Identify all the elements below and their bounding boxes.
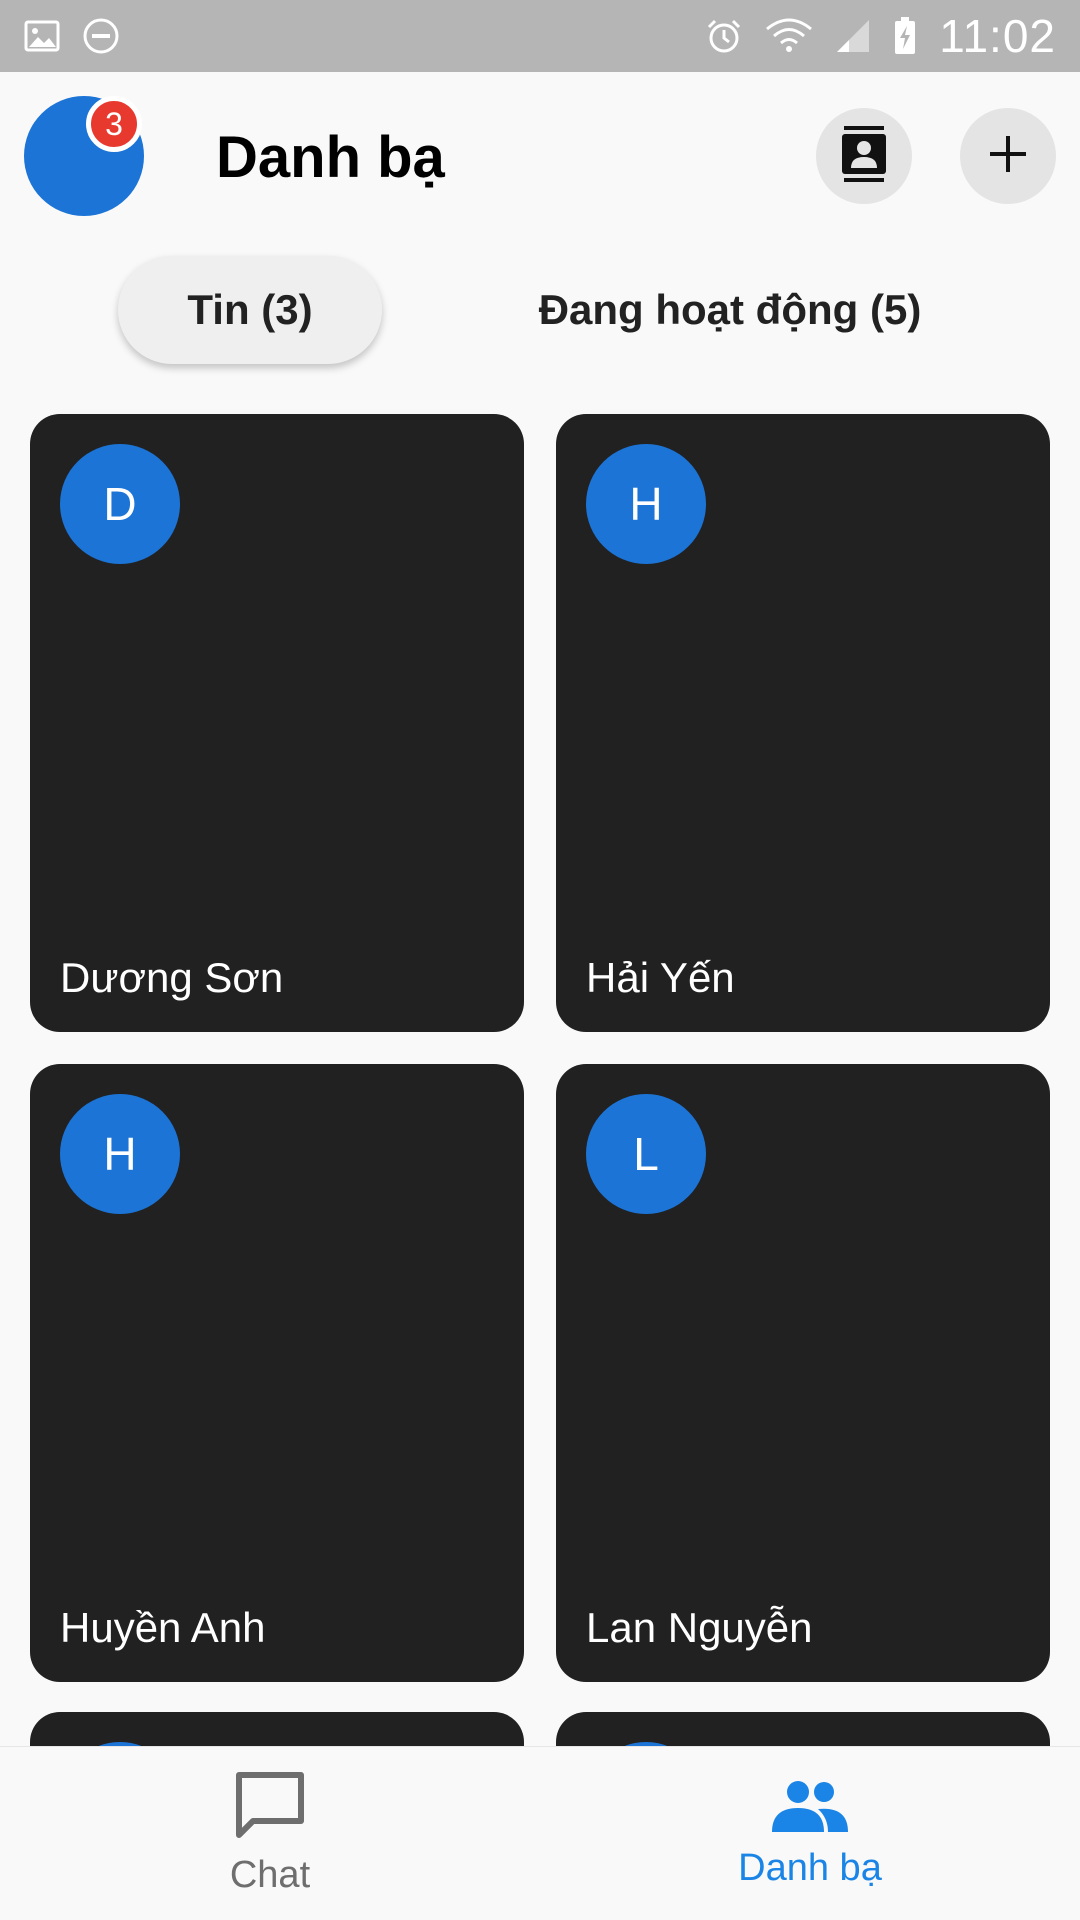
- tab-active-now[interactable]: Đang hoạt động (5): [500, 256, 960, 364]
- signal-icon: [835, 18, 871, 54]
- bottom-nav: Chat Danh bạ: [0, 1746, 1080, 1920]
- contact-card[interactable]: D Dương Sơn: [30, 414, 524, 1032]
- battery-charging-icon: [893, 16, 917, 56]
- contact-name: Lan Nguyễn: [586, 1604, 813, 1651]
- nav-contacts-label: Danh bạ: [738, 1847, 882, 1889]
- status-left: [24, 17, 120, 55]
- image-icon: [24, 20, 60, 52]
- people-icon: [770, 1778, 850, 1839]
- nav-chat[interactable]: Chat: [0, 1747, 540, 1920]
- alarm-icon: [705, 17, 743, 55]
- chat-bubble-icon: [233, 1771, 307, 1846]
- contact-avatar: H: [60, 1094, 180, 1214]
- tab-bar: Tin (3) Đang hoạt động (5): [0, 256, 1080, 366]
- contact-name: Hải Yến: [586, 954, 735, 1001]
- nav-chat-label: Chat: [229, 1854, 311, 1896]
- status-bar: 11:02: [0, 0, 1080, 72]
- tab-stories[interactable]: Tin (3): [118, 256, 382, 364]
- header: 3 Danh bạ: [0, 72, 1080, 240]
- add-contact-button[interactable]: [960, 108, 1056, 204]
- status-time: 11:02: [939, 10, 1056, 62]
- notification-badge: 3: [86, 96, 142, 152]
- contact-card[interactable]: L Lan Nguyễn: [556, 1064, 1050, 1682]
- contact-card[interactable]: H Hải Yến: [556, 414, 1050, 1032]
- contact-avatar: H: [586, 444, 706, 564]
- wifi-icon: [765, 17, 813, 55]
- contact-book-icon: [838, 125, 890, 187]
- do-not-disturb-icon: [82, 17, 120, 55]
- contacts-book-button[interactable]: [816, 108, 912, 204]
- contacts-grid: D Dương Sơn H Hải Yến H Huyền Anh L Lan …: [30, 414, 1050, 1682]
- contact-name: Huyền Anh: [60, 1604, 266, 1651]
- nav-contacts[interactable]: Danh bạ: [540, 1747, 1080, 1920]
- contact-avatar: D: [60, 444, 180, 564]
- status-right: 11:02: [705, 9, 1056, 63]
- plus-icon: [988, 134, 1028, 179]
- page-title: Danh bạ: [216, 125, 445, 190]
- contact-card[interactable]: H Huyền Anh: [30, 1064, 524, 1682]
- contact-name: Dương Sơn: [60, 954, 284, 1001]
- contact-avatar: L: [586, 1094, 706, 1214]
